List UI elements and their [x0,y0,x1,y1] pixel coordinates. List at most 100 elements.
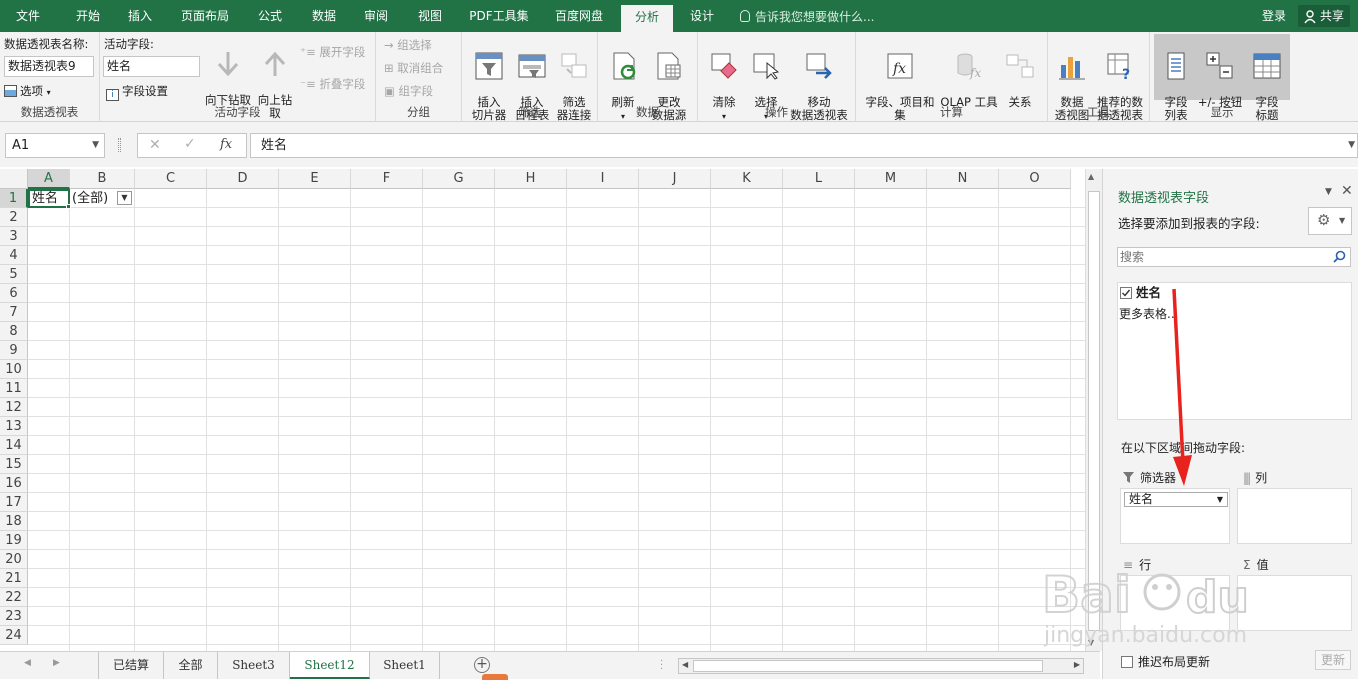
collapse-field-button[interactable]: ⁻≡ 折叠字段 [300,76,365,92]
field-settings-button[interactable]: i 字段设置 [106,83,168,101]
pivot-name-input[interactable]: 数据透视表9 [4,56,94,77]
tab-insert[interactable]: 插入 [118,0,162,32]
values-area[interactable] [1237,575,1352,631]
row-header-2[interactable]: 2 [0,208,28,227]
add-sheet-icon[interactable]: + [474,657,490,673]
expand-formula-icon[interactable]: ▼ [1348,134,1355,157]
confirm-icon[interactable]: ✓ [184,136,196,152]
insert-function-icon[interactable]: fx [220,137,232,152]
column-header-l[interactable]: L [783,169,855,189]
defer-checkbox[interactable] [1121,656,1133,668]
tab-split-handle[interactable]: · · · [660,657,663,675]
options-button[interactable]: 选项 ▾ [4,83,51,99]
column-header-c[interactable]: C [135,169,207,189]
tab-formulas[interactable]: 公式 [248,0,292,32]
pane-close-icon[interactable]: ✕ [1341,183,1353,199]
sheet-tab-all[interactable]: 全部 [164,652,218,679]
filters-area[interactable]: 姓名 ▼ [1120,488,1230,544]
row-header-18[interactable]: 18 [0,512,28,531]
active-field-input[interactable]: 姓名 [103,56,200,77]
scroll-down-icon[interactable]: ▼ [1088,638,1094,647]
drill-down-button[interactable]: 向下钻取 [203,36,253,107]
cancel-icon[interactable]: ✕ [149,137,161,153]
formula-bar-grip[interactable] [118,138,121,152]
row-header-15[interactable]: 15 [0,455,28,474]
column-header-j[interactable]: J [639,169,711,189]
row-header-8[interactable]: 8 [0,322,28,341]
scroll-right-icon[interactable]: ▶ [1074,660,1080,669]
chevron-down-icon[interactable]: ▼ [1217,493,1223,506]
column-header-i[interactable]: I [567,169,639,189]
login-link[interactable]: 登录 [1262,0,1286,32]
column-header-d[interactable]: D [207,169,279,189]
column-header-a[interactable]: A [28,169,70,189]
row-header-23[interactable]: 23 [0,607,28,626]
column-header-f[interactable]: F [351,169,423,189]
relationships-button[interactable]: 关系 [998,38,1042,109]
tab-page-layout[interactable]: 页面布局 [174,0,236,32]
worksheet-grid[interactable]: A B C D E F G H I J K L M N O 1 2 3 4 5 6 7 8 9 10 11 12 13 14 15 16 17… [0,169,1085,651]
row-header-10[interactable]: 10 [0,360,28,379]
tell-me-box[interactable]: 告诉我您想要做什么... [740,0,874,32]
rows-area[interactable] [1120,575,1230,631]
formula-input[interactable]: 姓名 ▼ [250,133,1358,158]
tab-view[interactable]: 视图 [408,0,452,32]
next-sheet-icon[interactable]: ▶ [53,658,60,668]
column-header-o[interactable]: O [999,169,1071,189]
row-header-9[interactable]: 9 [0,341,28,360]
tab-design[interactable]: 设计 [680,0,724,32]
sheet-tab-sheet12[interactable]: Sheet12 [290,652,370,679]
row-header-19[interactable]: 19 [0,531,28,550]
tab-data[interactable]: 数据 [302,0,346,32]
row-header-5[interactable]: 5 [0,265,28,284]
ungroup-button[interactable]: ⊞ 取消组合 [384,60,443,76]
column-header-b[interactable]: B [70,169,135,189]
column-header-k[interactable]: K [711,169,783,189]
row-header-21[interactable]: 21 [0,569,28,588]
sheet-tab-settled[interactable]: 已结算 [98,652,164,679]
row-header-4[interactable]: 4 [0,246,28,265]
columns-area[interactable] [1237,488,1352,544]
row-header-1[interactable]: 1 [0,189,28,208]
row-header-24[interactable]: 24 [0,626,28,645]
sheet-tab-sheet1[interactable]: Sheet1 [370,652,440,679]
field-checkbox[interactable] [1120,287,1132,299]
pane-settings-button[interactable]: ⚙ ▼ [1308,207,1352,235]
tab-analyze[interactable]: 分析 [621,5,673,32]
row-header-17[interactable]: 17 [0,493,28,512]
select-all-corner[interactable] [0,169,28,189]
filter-dropdown-icon[interactable]: ▼ [117,191,132,205]
column-header-h[interactable]: H [495,169,567,189]
column-header-n[interactable]: N [927,169,999,189]
scroll-left-icon[interactable]: ◀ [682,660,688,669]
group-selection-button[interactable]: → 组选择 [384,37,432,53]
row-header-13[interactable]: 13 [0,417,28,436]
tab-baidu-netdisk[interactable]: 百度网盘 [546,0,612,32]
field-item-name[interactable]: 姓名 [1120,284,1161,302]
row-header-7[interactable]: 7 [0,303,28,322]
tab-file[interactable]: 文件 [6,0,50,32]
column-header-e[interactable]: E [279,169,351,189]
tab-pdf-tools[interactable]: PDF工具集 [462,0,536,32]
share-button[interactable]: 共享 [1298,5,1351,27]
defer-update-option[interactable]: 推迟布局更新 [1121,653,1210,670]
column-header-g[interactable]: G [423,169,495,189]
row-header-20[interactable]: 20 [0,550,28,569]
prev-sheet-icon[interactable]: ◀ [24,658,31,668]
update-button[interactable]: 更新 [1315,650,1351,670]
row-header-12[interactable]: 12 [0,398,28,417]
field-search-box[interactable] [1117,247,1351,267]
sheet-tab-sheet3[interactable]: Sheet3 [218,652,290,679]
plus-minus-buttons-button[interactable]: +/- 按钮 [1196,38,1244,109]
cell-a1[interactable]: 姓名 [28,189,70,208]
row-header-22[interactable]: 22 [0,588,28,607]
tab-home[interactable]: 开始 [66,0,110,32]
column-header-m[interactable]: M [855,169,927,189]
pane-menu-chevron-icon[interactable]: ▼ [1325,187,1332,197]
horizontal-scrollbar[interactable]: ◀ ▶ [678,658,1084,674]
row-header-16[interactable]: 16 [0,474,28,493]
scroll-up-icon[interactable]: ▲ [1088,172,1094,181]
vertical-scrollbar[interactable]: ▲ ▼ [1085,169,1102,651]
olap-tools-button[interactable]: fx OLAP 工具 [940,38,998,109]
scroll-thumb[interactable] [1088,191,1100,631]
